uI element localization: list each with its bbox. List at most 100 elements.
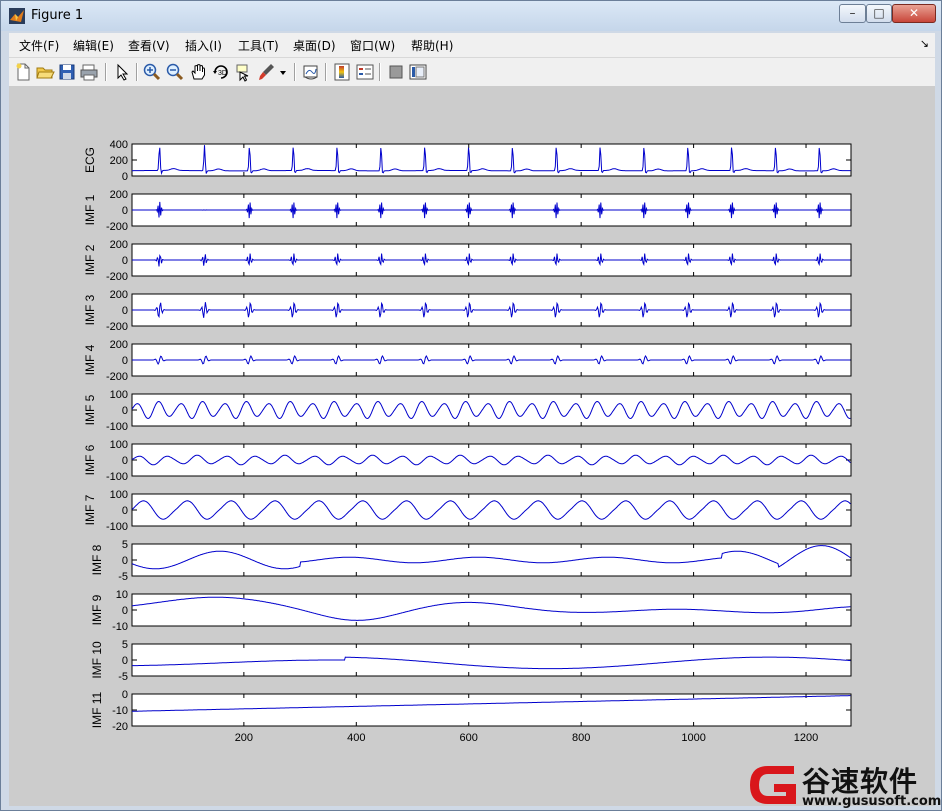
y-tick-label: 0	[122, 689, 128, 701]
gususoft-watermark: 谷速软件 www.gususoft.com	[744, 758, 942, 811]
toolbar-separator	[105, 63, 107, 81]
y-tick-label: 100	[110, 439, 128, 451]
subplot-imf-8: 5 0 -5 IMF 8	[90, 539, 852, 583]
title-bar[interactable]: Figure 1 – □ ✕	[1, 1, 941, 31]
axes-frame	[131, 443, 852, 477]
y-tick-label: 0	[122, 355, 128, 367]
y-tick-label: -5	[118, 671, 128, 683]
subplot-imf-10: 5 0 -5 IMF 10	[90, 639, 852, 683]
figure-window: Figure 1 – □ ✕ 文件(F) 编辑(E) 查看(V) 插入(I) 工…	[0, 0, 942, 811]
maximize-button[interactable]: □	[866, 4, 892, 23]
toolbar-separator	[294, 63, 296, 81]
y-tick-label: -200	[106, 271, 128, 283]
y-tick-label: 0	[122, 605, 128, 617]
y-axis-label: IMF 8	[90, 544, 104, 575]
menu-view[interactable]: 查看(V)	[128, 37, 170, 54]
colorbar-icon[interactable]	[332, 62, 352, 82]
y-tick-label: 100	[110, 489, 128, 501]
gusu-logo-icon	[750, 766, 796, 804]
axes-frame	[131, 393, 852, 427]
data-cursor-icon[interactable]	[234, 62, 254, 82]
y-tick-label: -200	[106, 321, 128, 333]
y-tick-label: -100	[106, 471, 128, 483]
menu-overflow-icon[interactable]: ↘	[920, 37, 929, 50]
zoom-out-icon[interactable]	[165, 62, 185, 82]
y-tick-label: 200	[110, 289, 128, 301]
open-file-icon[interactable]	[35, 62, 55, 82]
y-tick-label: -10	[112, 621, 128, 633]
subplot-stack[interactable]: 4002000ECG2000-200IMF 12000-200IMF 22000…	[9, 86, 935, 806]
menu-help[interactable]: 帮助(H)	[411, 37, 453, 54]
y-axis-label: ECG	[83, 147, 97, 173]
link-plot-icon[interactable]	[301, 62, 321, 82]
subplot-imf-3: 200 0 -200 IMF 3	[83, 289, 852, 333]
y-axis-label: IMF 6	[83, 444, 97, 475]
close-button[interactable]: ✕	[892, 4, 936, 23]
y-tick-label: -20	[112, 721, 128, 733]
y-axis-label: IMF 5	[83, 394, 97, 425]
y-tick-label: 200	[110, 189, 128, 201]
y-tick-label: 200	[110, 155, 128, 167]
toolbar-separator	[325, 63, 327, 81]
figure-toolbar: 3D	[9, 57, 935, 87]
subplot-ecg: 400 200 0 ECG	[83, 139, 852, 183]
menu-edit[interactable]: 编辑(E)	[73, 37, 114, 54]
subplot-imf-2: 200 0 -200 IMF 2	[83, 239, 852, 283]
subplot-imf-5: 100 0 -100 IMF 5	[83, 389, 852, 433]
menu-tools[interactable]: 工具(T)	[238, 37, 279, 54]
x-tick-label: 600	[460, 732, 478, 744]
svg-text:3D: 3D	[218, 70, 227, 77]
y-tick-label: -5	[118, 571, 128, 583]
rotate-3d-icon[interactable]: 3D	[211, 62, 231, 82]
menu-desktop[interactable]: 桌面(D)	[293, 37, 336, 54]
menu-window[interactable]: 窗口(W)	[350, 37, 395, 54]
axes-frame	[131, 643, 852, 677]
y-tick-label: -10	[112, 705, 128, 717]
select-arrow-icon[interactable]	[112, 62, 132, 82]
window-title: Figure 1	[31, 8, 84, 23]
hide-plot-tools-icon[interactable]	[386, 62, 406, 82]
y-tick-label: 0	[122, 205, 128, 217]
y-tick-label: 0	[122, 655, 128, 667]
x-tick-label: 1200	[794, 732, 818, 744]
show-plot-tools-icon[interactable]	[408, 62, 428, 82]
y-axis-label: IMF 10	[90, 641, 104, 679]
matlab-logo-icon	[9, 8, 25, 24]
subplot-imf-11: 0 -10 -20 IMF 11	[90, 689, 852, 733]
minimize-button[interactable]: –	[839, 4, 866, 23]
y-axis-label: IMF 9	[90, 594, 104, 625]
y-tick-label: 5	[122, 639, 128, 651]
print-icon[interactable]	[79, 62, 99, 82]
subplot-imf-9: 10 0 -10 IMF 9	[90, 589, 852, 633]
brush-icon[interactable]	[257, 62, 277, 82]
menu-insert[interactable]: 插入(I)	[185, 37, 222, 54]
zoom-in-icon[interactable]	[142, 62, 162, 82]
y-tick-label: 400	[110, 139, 128, 151]
brush-dropdown-icon[interactable]	[278, 62, 288, 82]
y-tick-label: 5	[122, 539, 128, 551]
subplot-imf-6: 100 0 -100 IMF 6	[83, 439, 852, 483]
x-tick-label: 200	[235, 732, 253, 744]
y-tick-label: 200	[110, 339, 128, 351]
menu-bar: 文件(F) 编辑(E) 查看(V) 插入(I) 工具(T) 桌面(D) 窗口(W…	[9, 33, 935, 57]
watermark-url: www.gususoft.com	[802, 794, 942, 809]
y-tick-label: 0	[122, 455, 128, 467]
menu-file[interactable]: 文件(F)	[19, 37, 59, 54]
axes-frame	[131, 693, 852, 727]
y-axis-label: IMF 11	[90, 691, 104, 728]
y-tick-label: -200	[106, 221, 128, 233]
legend-icon[interactable]	[355, 62, 375, 82]
new-figure-icon[interactable]	[13, 62, 33, 82]
axes-frame	[131, 543, 852, 577]
subplot-imf-7: 100 0 -100 IMF 7	[83, 489, 852, 533]
y-tick-label: 10	[116, 589, 128, 601]
y-axis-label: IMF 2	[83, 244, 97, 275]
x-tick-label: 800	[572, 732, 590, 744]
toolbar-separator	[379, 63, 381, 81]
y-tick-label: 100	[110, 389, 128, 401]
y-tick-label: 0	[122, 555, 128, 567]
y-tick-label: 0	[122, 305, 128, 317]
pan-hand-icon[interactable]	[188, 62, 208, 82]
save-icon[interactable]	[57, 62, 77, 82]
figure-canvas: 400 200 0 ECG 200 0 -200 IMF 1 200 0 -200 IMF 2 200 0…	[9, 86, 935, 806]
